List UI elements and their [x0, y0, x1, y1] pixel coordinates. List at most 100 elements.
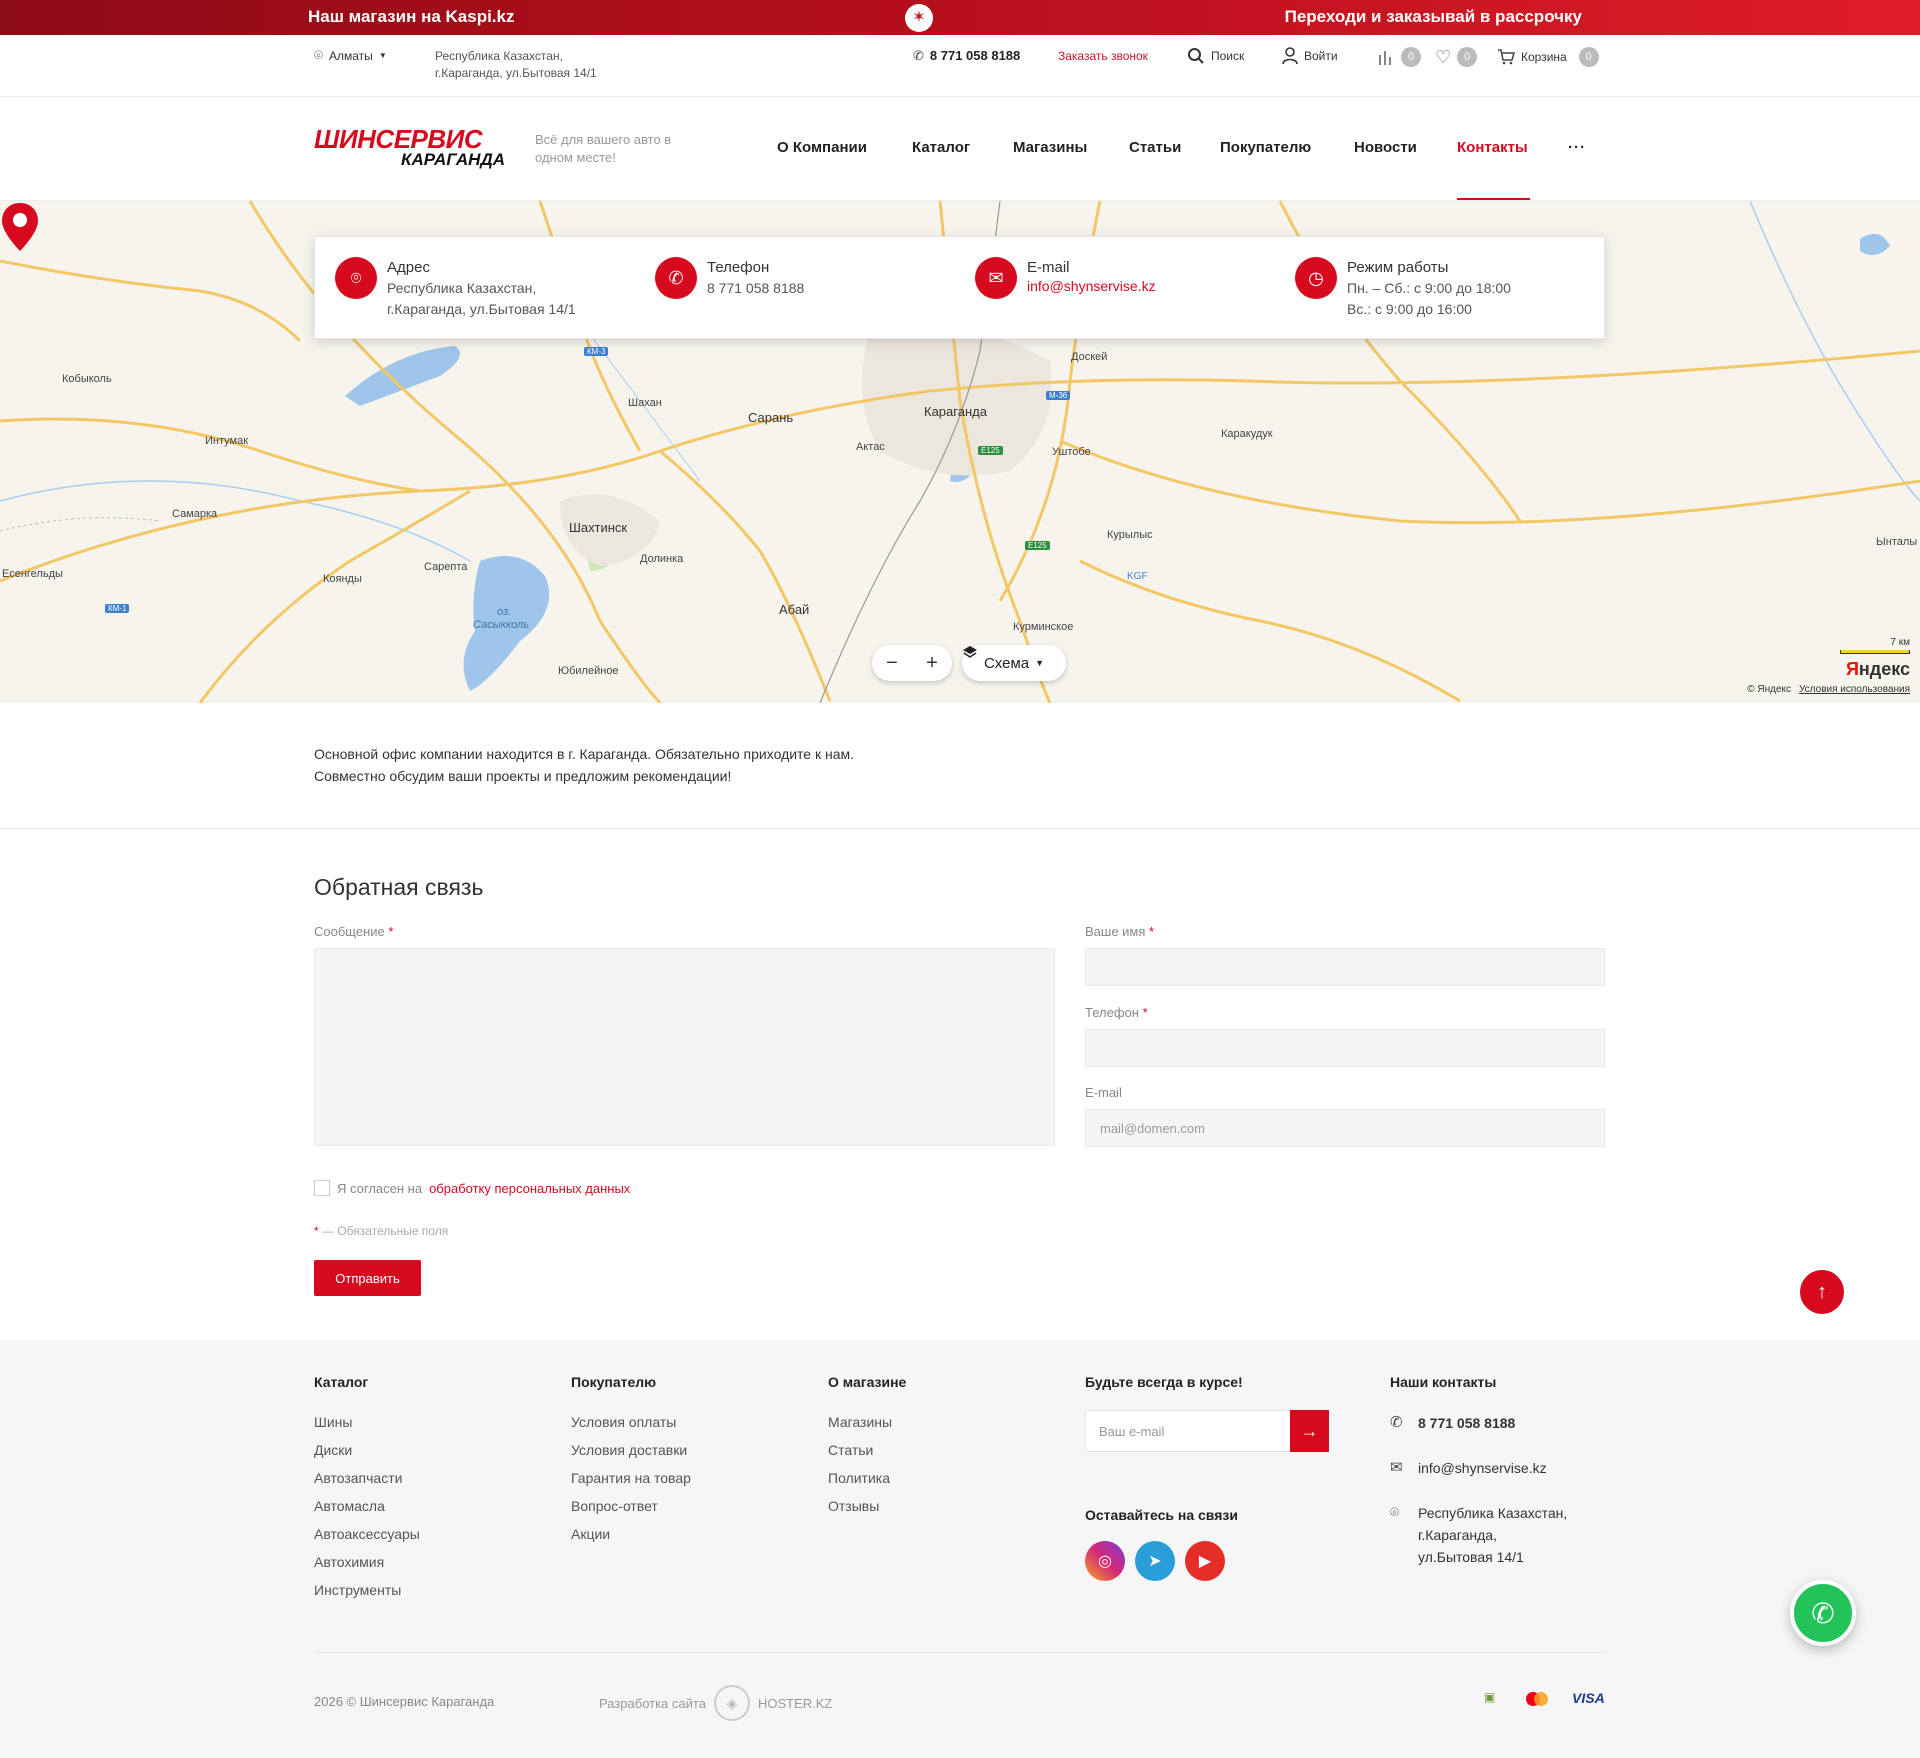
footer-copyright: 2026 © Шинсервис Караганда	[314, 1694, 495, 1709]
compare-count-badge: 0	[1401, 47, 1421, 67]
road-tag: E125	[1025, 541, 1050, 550]
footer-link[interactable]: Автохимия	[314, 1548, 420, 1576]
zoom-out-button[interactable]: −	[886, 652, 898, 675]
main-header: ШИНСЕРВИС КАРАГАНДА Всё для вашего авто …	[0, 97, 1920, 201]
search-label: Поиск	[1211, 49, 1245, 63]
footer-phone[interactable]: ✆ 8 771 058 8188	[1390, 1412, 1515, 1434]
search-icon	[1188, 48, 1204, 64]
footer-email[interactable]: ✉ info@shynservise.kz	[1390, 1457, 1547, 1479]
footer-subscribe-title: Будьте всегда в курсе!	[1085, 1374, 1243, 1390]
youtube-icon[interactable]: ▶	[1185, 1541, 1225, 1581]
promo-bar[interactable]: Наш магазин на Kaspi.kz ✶ Переходи и зак…	[0, 0, 1920, 35]
cart-button[interactable]: Корзина 0	[1497, 47, 1599, 67]
map-label: Сасыкколь	[473, 619, 530, 631]
hoster-logo-icon: ◈	[713, 1685, 750, 1721]
footer-link[interactable]: Вопрос-ответ	[571, 1492, 691, 1520]
yandex-logo[interactable]: Яндекс	[1846, 659, 1910, 680]
zoom-in-button[interactable]: +	[926, 652, 938, 675]
logo-top-text: ШИНСЕРВИС	[314, 124, 483, 154]
search-button[interactable]: Поиск	[1187, 47, 1244, 65]
footer-link[interactable]: Инструменты	[314, 1576, 420, 1604]
map-label: Юбилейное	[558, 665, 619, 677]
header-phone-number: 8 771 058 8188	[929, 48, 1021, 63]
footer-link[interactable]: Условия оплаты	[571, 1408, 691, 1436]
email-field[interactable]: mail@domen.com	[1085, 1109, 1605, 1147]
map-terms-link[interactable]: Условия использования	[1799, 684, 1910, 695]
compare-icon	[1379, 51, 1391, 65]
footer-link[interactable]: Условия доставки	[571, 1436, 691, 1464]
nav-buyers[interactable]: Покупателю	[1220, 139, 1311, 156]
map-layer-selector[interactable]: Схема ▼	[962, 645, 1066, 681]
footer-link[interactable]: Шины	[314, 1408, 420, 1436]
nav-stores[interactable]: Магазины	[1013, 139, 1087, 156]
contact-email-link[interactable]: info@shynservise.kz	[1027, 278, 1156, 294]
compare-button[interactable]: 0	[1377, 47, 1421, 67]
map-label: Кобыколь	[62, 373, 112, 385]
site-tagline: Всё для вашего авто в одном месте!	[535, 132, 672, 165]
scroll-to-top-button[interactable]: ↑	[1800, 1270, 1844, 1314]
message-textarea[interactable]	[314, 948, 1055, 1146]
contact-phone-number[interactable]: 8 771 058 8188	[707, 278, 804, 299]
arrow-right-icon: →	[1300, 1420, 1319, 1441]
map-label: Караганда	[924, 404, 987, 419]
footer-link[interactable]: Автомасла	[314, 1492, 420, 1520]
required-star: *	[1149, 924, 1155, 939]
map-label: Каракудук	[1221, 428, 1273, 440]
phone-label: Телефон *	[1085, 1005, 1148, 1020]
whatsapp-icon: ✆	[1811, 1597, 1835, 1629]
consent-checkbox[interactable]	[314, 1180, 330, 1196]
footer-link[interactable]: Гарантия на товар	[571, 1464, 691, 1492]
footer-catalog-title: Каталог	[314, 1374, 369, 1390]
map-label: Курылыс	[1107, 529, 1153, 541]
footer-link[interactable]: Магазины	[828, 1408, 892, 1436]
phone-field[interactable]	[1085, 1029, 1605, 1067]
name-field[interactable]	[1085, 948, 1605, 986]
nav-more-icon[interactable]: ···	[1568, 139, 1586, 156]
contact-email-title: E-mail	[1027, 259, 1070, 276]
consent-text: Я согласен на	[337, 1180, 423, 1196]
whatsapp-button[interactable]: ✆	[1790, 1580, 1856, 1646]
map-scale: 7 км	[1840, 637, 1910, 654]
site-logo[interactable]: ШИНСЕРВИС КАРАГАНДА	[314, 124, 507, 169]
contact-hours: ◷ Режим работы Пн. – Сб.: с 9:00 до 18:0…	[1295, 257, 1511, 320]
consent-link[interactable]: обработку персональных данных	[429, 1181, 630, 1196]
header-phone[interactable]: ✆ 8 771 058 8188	[913, 48, 1020, 63]
city-selector[interactable]: ⌾ Алматы ▼	[314, 48, 387, 63]
instagram-icon[interactable]: ◎	[1085, 1541, 1125, 1581]
footer-link[interactable]: Автоаксессуары	[314, 1520, 420, 1548]
developer-credit[interactable]: Разработка сайта ◈ HOSTER.KZ	[599, 1685, 832, 1721]
telegram-icon[interactable]: ➤	[1135, 1541, 1175, 1581]
footer-link[interactable]: Статьи	[828, 1436, 892, 1464]
nav-catalog[interactable]: Каталог	[912, 139, 970, 156]
contact-card: ⌾ Адрес Республика Казахстан, г.Караганд…	[314, 236, 1605, 339]
subscribe-button[interactable]: →	[1290, 1410, 1329, 1452]
contact-address-title: Адрес	[387, 259, 430, 276]
nav-about[interactable]: О Компании	[777, 139, 867, 156]
header-address-line2: г.Караганда, ул.Бытовая 14/1	[435, 66, 597, 80]
top-info-bar: ⌾ Алматы ▼ Республика Казахстан, г.Караг…	[0, 35, 1920, 97]
footer-buyer-title: Покупателю	[571, 1374, 657, 1390]
footer-link[interactable]: Автозапчасти	[314, 1464, 420, 1492]
favorites-button[interactable]: ♡ 0	[1435, 47, 1478, 67]
nav-news[interactable]: Новости	[1354, 139, 1417, 156]
phone-icon: ✆	[655, 257, 697, 299]
submit-button[interactable]: Отправить	[314, 1260, 421, 1296]
message-label: Сообщение *	[314, 924, 393, 939]
footer-link[interactable]: Диски	[314, 1436, 420, 1464]
footer-link[interactable]: Акции	[571, 1520, 691, 1548]
nav-contacts[interactable]: Контакты	[1457, 139, 1528, 156]
map-label: Коянды	[323, 573, 362, 585]
promo-left-text[interactable]: Наш магазин на Kaspi.kz	[308, 7, 514, 27]
kaspi-logo-icon: ✶	[905, 4, 933, 32]
nav-articles[interactable]: Статьи	[1129, 139, 1181, 156]
login-button[interactable]: Войти	[1282, 47, 1338, 65]
footer: Каталог Шины Диски Автозапчасти Автомасл…	[0, 1340, 1920, 1758]
logo-bottom-text: КАРАГАНДА	[401, 150, 505, 169]
footer-link[interactable]: Отзывы	[828, 1492, 892, 1520]
callback-link[interactable]: Заказать звонок	[1058, 49, 1148, 63]
footer-link[interactable]: Политика	[828, 1464, 892, 1492]
map-pin-icon[interactable]	[0, 201, 40, 253]
promo-right-text[interactable]: Переходи и заказывай в рассрочку	[1285, 7, 1582, 27]
required-note: * — Обязательные поля	[314, 1224, 448, 1238]
email-placeholder: mail@domen.com	[1100, 1120, 1205, 1136]
